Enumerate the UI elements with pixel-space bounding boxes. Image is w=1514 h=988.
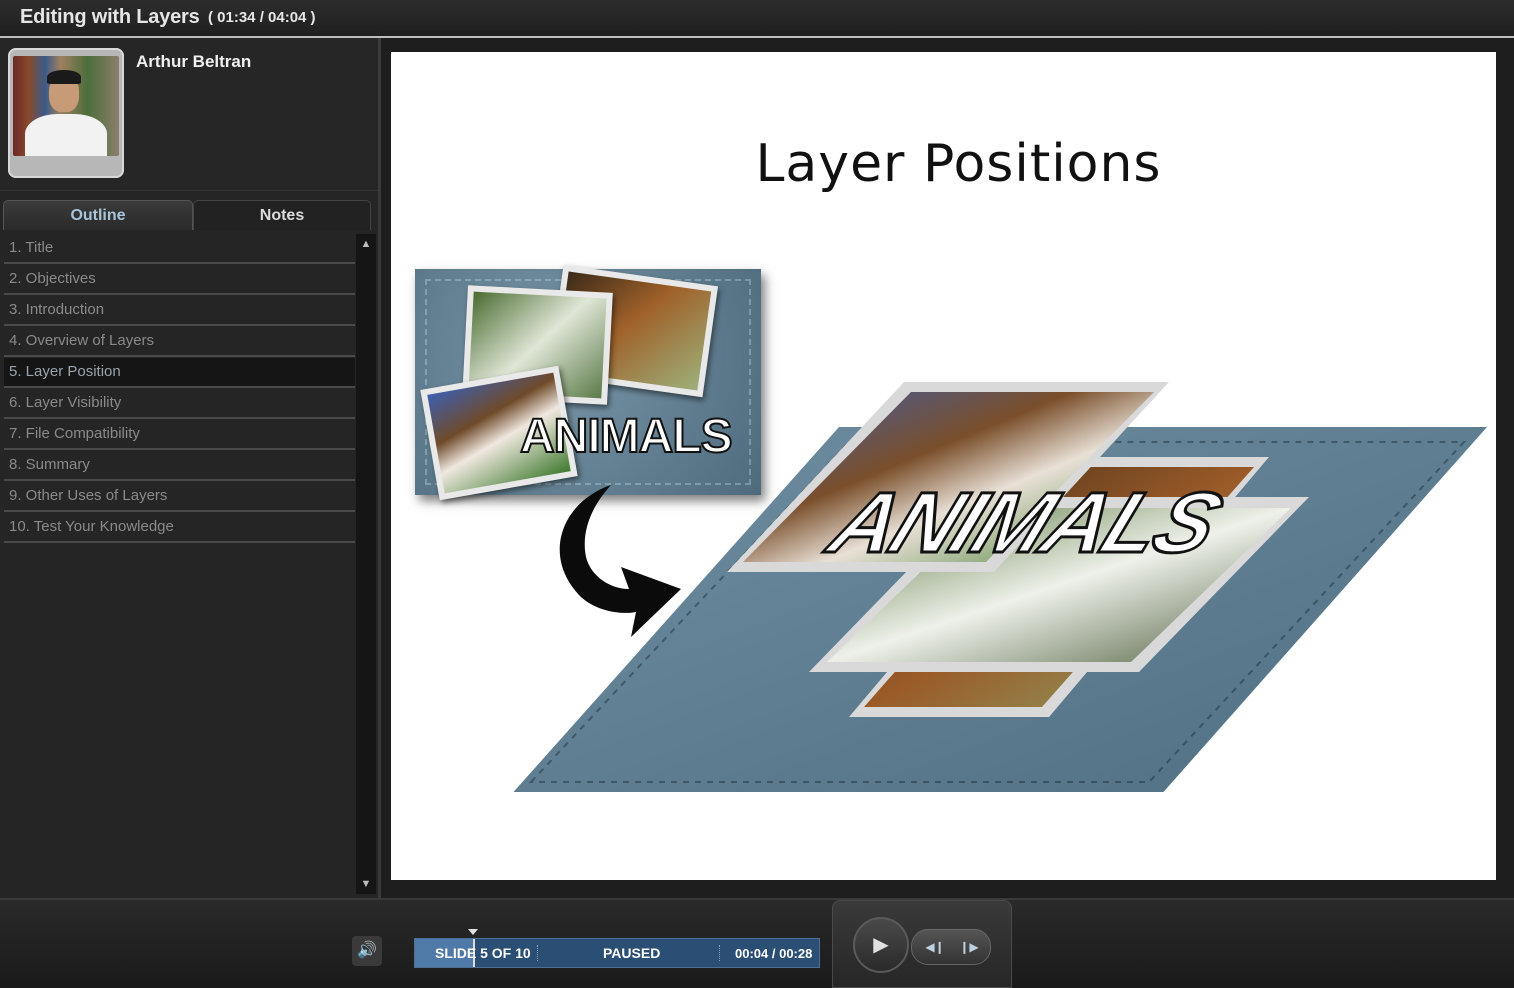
- outline-list: 1. Title 2. Objectives 3. Introduction 4…: [4, 234, 355, 894]
- exploded-layers-image: [513, 382, 1487, 792]
- playback-status: PAUSED: [603, 945, 661, 961]
- outline-item-test-your-knowledge[interactable]: 10. Test Your Knowledge: [4, 513, 355, 543]
- tab-notes[interactable]: Notes: [193, 200, 371, 230]
- volume-icon[interactable]: 🔊: [352, 936, 382, 966]
- slide-title: Layer Positions: [755, 134, 1162, 194]
- presenter-photo-frame: [8, 48, 124, 178]
- progress-marker[interactable]: [468, 929, 478, 935]
- outline-item-objectives[interactable]: 2. Objectives: [4, 265, 355, 295]
- outline-item-layer-position[interactable]: 5. Layer Position: [4, 358, 355, 388]
- playback-buttons: ▶ ◀❙ ❙▶: [832, 900, 1012, 988]
- course-time: ( 01:34 / 04:04 ): [208, 9, 316, 26]
- presenter-photo: [13, 56, 119, 156]
- slide-time: 00:04 / 00:28: [735, 946, 813, 961]
- forward-icon[interactable]: ❙▶: [950, 930, 988, 964]
- play-icon[interactable]: ▶: [853, 917, 909, 973]
- outline-item-overview-of-layers[interactable]: 4. Overview of Layers: [4, 327, 355, 357]
- slide-canvas: Layer Positions ANIMALS ANIMALS: [391, 52, 1496, 880]
- seek-buttons: ◀❙ ❙▶: [911, 929, 991, 965]
- scroll-down-icon[interactable]: ▼: [356, 874, 376, 894]
- outline-item-file-compatibility[interactable]: 7. File Compatibility: [4, 420, 355, 450]
- presenter-panel: Arthur Beltran: [0, 38, 378, 191]
- title-bar: Editing with Layers ( 01:34 / 04:04 ): [0, 0, 1514, 38]
- sidebar: Arthur Beltran Outline Notes 1. Title 2.…: [0, 38, 381, 898]
- progress-bar[interactable]: SLIDE 5 OF 10 PAUSED 00:04 / 00:28: [414, 929, 820, 968]
- slide-counter: SLIDE 5 OF 10: [435, 945, 531, 961]
- progress-separator: [719, 945, 721, 961]
- presenter-name: Arthur Beltran: [136, 52, 252, 71]
- animals-text-large: ANIMALS: [815, 474, 1235, 573]
- outline-item-layer-visibility[interactable]: 6. Layer Visibility: [4, 389, 355, 419]
- progress-separator: [537, 945, 539, 961]
- outline-item-title[interactable]: 1. Title: [4, 234, 355, 264]
- scroll-up-icon[interactable]: ▲: [356, 234, 376, 254]
- player-controls: 🔊 SLIDE 5 OF 10 PAUSED 00:04 / 00:28 ▶ ◀…: [0, 898, 1514, 988]
- tab-outline[interactable]: Outline: [3, 200, 193, 230]
- course-title: Editing with Layers: [20, 6, 200, 28]
- outline-scrollbar[interactable]: ▲ ▼: [356, 234, 376, 894]
- outline-item-summary[interactable]: 8. Summary: [4, 451, 355, 481]
- rewind-icon[interactable]: ◀❙: [916, 930, 954, 964]
- outline-item-other-uses-of-layers[interactable]: 9. Other Uses of Layers: [4, 482, 355, 512]
- sidebar-tabs: Outline Notes: [0, 198, 378, 232]
- slide-stage: Layer Positions ANIMALS ANIMALS: [381, 38, 1514, 898]
- outline-item-introduction[interactable]: 3. Introduction: [4, 296, 355, 326]
